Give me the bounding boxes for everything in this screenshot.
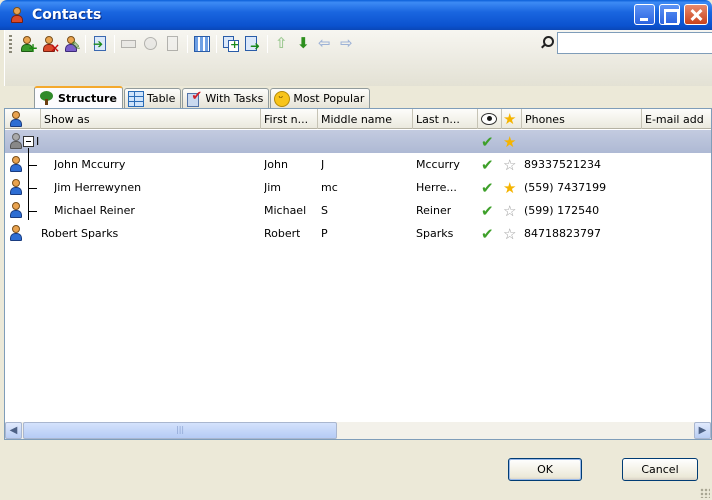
smile-icon xyxy=(274,90,291,107)
column-favorite[interactable]: ★ xyxy=(502,109,522,129)
arrow-up-icon[interactable]: ⇧ xyxy=(273,35,291,53)
contacts-icon xyxy=(8,6,26,24)
column-email[interactable]: E-mail add xyxy=(642,109,711,129)
maximize-button[interactable] xyxy=(659,4,680,25)
tab-most-popular[interactable]: Most Popular xyxy=(270,88,371,108)
visible-check-icon[interactable]: ✔ xyxy=(481,176,494,199)
group-visible-check-icon: ✔ xyxy=(481,132,494,151)
column-phones[interactable]: Phones xyxy=(522,109,642,129)
column-show-as[interactable]: Show as xyxy=(41,109,261,129)
print-icon[interactable] xyxy=(120,35,138,53)
table-row[interactable]: John Mccurry John J Mccurry ✔ ☆ 89337521… xyxy=(5,153,711,176)
import-icon[interactable]: ➔ xyxy=(91,35,109,53)
cell-phone: 84718823797 xyxy=(524,227,601,240)
delete-contact-icon[interactable]: × xyxy=(40,35,60,54)
cell-middle-name: S xyxy=(321,204,328,217)
cell-show-as: Michael Reiner xyxy=(54,204,135,217)
cell-middle-name: J xyxy=(321,158,325,171)
tasks-icon xyxy=(186,89,202,107)
table-row[interactable]: Michael Reiner Michael S Reiner ✔ ☆ (599… xyxy=(5,199,711,222)
arrow-right-icon[interactable]: ⇨ xyxy=(339,35,357,53)
tree-icon xyxy=(39,90,55,106)
add-contact-icon[interactable]: + xyxy=(18,35,38,54)
scroll-thumb[interactable] xyxy=(23,422,337,439)
window-title: Contacts xyxy=(32,7,102,23)
cancel-button[interactable]: Cancel xyxy=(622,458,698,481)
group-row[interactable]: I ✔ ★ xyxy=(5,130,711,153)
toolbar-grip[interactable] xyxy=(9,35,12,53)
cell-last-name: Sparks xyxy=(416,227,454,240)
favorite-star-icon[interactable]: ☆ xyxy=(503,153,516,176)
minimize-button[interactable] xyxy=(634,4,655,25)
cell-first-name: Jim xyxy=(264,181,282,194)
cell-show-as: John Mccurry xyxy=(54,158,126,171)
close-button[interactable] xyxy=(684,4,708,25)
dialog-footer: OK Cancel xyxy=(0,440,712,500)
cell-last-name: Herre... xyxy=(416,181,457,194)
move-icon[interactable]: ➜ xyxy=(244,35,262,53)
contact-person-icon xyxy=(7,178,25,196)
cell-first-name: John xyxy=(264,158,288,171)
column-icon-header[interactable] xyxy=(5,109,41,129)
cell-last-name: Reiner xyxy=(416,204,452,217)
visible-check-icon[interactable]: ✔ xyxy=(481,153,494,176)
ok-button[interactable]: OK xyxy=(508,458,582,481)
group-favorite-star-icon: ★ xyxy=(503,132,517,151)
group-icon[interactable] xyxy=(193,35,211,53)
search-input[interactable] xyxy=(557,32,712,54)
star-icon: ★ xyxy=(503,110,517,128)
document-icon[interactable] xyxy=(164,35,182,53)
view-tabs: Structure Table With Tasks Most Popular xyxy=(34,86,371,108)
column-last-name[interactable]: Last n... xyxy=(413,109,478,129)
group-label: I xyxy=(36,135,40,148)
contacts-grid: Show as First n... Middle name Last n...… xyxy=(4,108,712,440)
scroll-right-button[interactable]: ▶ xyxy=(694,422,711,439)
arrow-down-icon[interactable]: ⬇ xyxy=(295,35,313,53)
visible-check-icon[interactable]: ✔ xyxy=(481,199,494,222)
visible-check-icon[interactable]: ✔ xyxy=(481,222,494,245)
search-icon[interactable] xyxy=(539,35,555,51)
table-icon xyxy=(127,90,144,107)
grid-header: Show as First n... Middle name Last n...… xyxy=(5,109,711,129)
column-first-name[interactable]: First n... xyxy=(261,109,318,129)
edit-contact-icon[interactable]: ✎ xyxy=(62,35,81,53)
column-middle-name[interactable]: Middle name xyxy=(318,109,413,129)
cell-show-as: Jim Herrewynen xyxy=(54,181,142,194)
favorite-star-icon[interactable]: ☆ xyxy=(503,199,516,222)
favorite-star-icon[interactable]: ☆ xyxy=(503,222,516,245)
arrow-left-icon[interactable]: ⇦ xyxy=(317,35,335,53)
toolbar: + × ✎ ➔ + ➜ ⇧ ⬇ ⇦ ⇨ xyxy=(4,30,712,86)
title-bar: Contacts xyxy=(0,0,712,30)
eye-icon xyxy=(481,113,497,125)
tab-with-tasks[interactable]: With Tasks xyxy=(182,88,270,108)
copy-icon[interactable]: + xyxy=(222,35,240,53)
cell-first-name: Robert xyxy=(264,227,301,240)
cell-phone: (559) 7437199 xyxy=(524,181,607,194)
column-visible[interactable] xyxy=(478,109,502,129)
favorite-star-icon[interactable]: ★ xyxy=(503,176,516,199)
cell-first-name: Michael xyxy=(264,204,307,217)
contact-person-icon xyxy=(7,201,25,219)
cell-middle-name: P xyxy=(321,227,328,240)
cell-show-as: Robert Sparks xyxy=(41,227,119,240)
resize-grip[interactable] xyxy=(700,488,710,498)
tab-structure[interactable]: Structure xyxy=(34,86,123,108)
contact-person-icon xyxy=(7,224,25,242)
tab-table[interactable]: Table xyxy=(123,88,182,108)
cell-phone: (599) 172540 xyxy=(524,204,600,217)
cell-phone: 89337521234 xyxy=(524,158,601,171)
table-row[interactable]: Jim Herrewynen Jim mc Herre... ✔ ★ (559)… xyxy=(5,176,711,199)
cell-middle-name: mc xyxy=(321,181,338,194)
table-row[interactable]: Robert Sparks Robert P Sparks ✔ ☆ 847188… xyxy=(5,222,711,245)
contact-person-icon xyxy=(7,155,25,173)
scroll-left-button[interactable]: ◀ xyxy=(5,422,22,439)
horizontal-scrollbar[interactable]: ◀ ▶ xyxy=(5,422,711,439)
call-icon[interactable] xyxy=(142,35,160,53)
collapse-toggle[interactable] xyxy=(23,136,34,147)
cell-last-name: Mccurry xyxy=(416,158,460,171)
